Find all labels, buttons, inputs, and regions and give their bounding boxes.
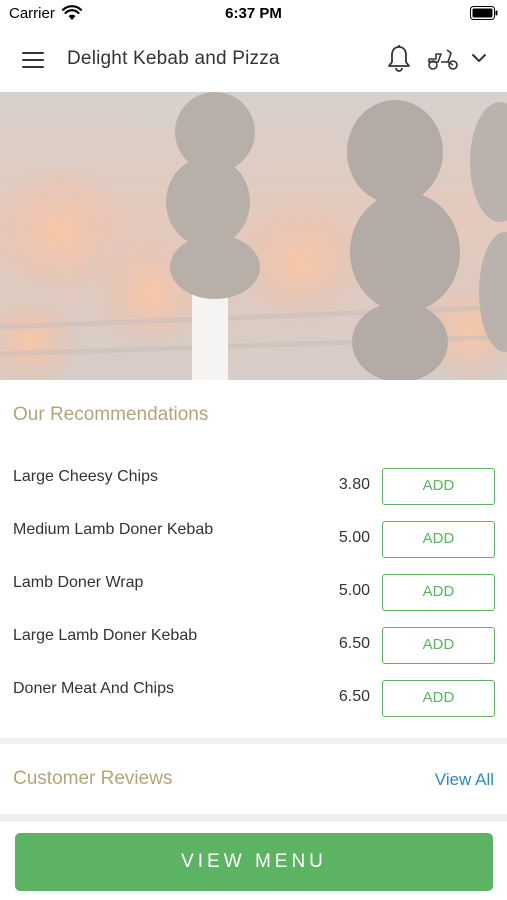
scooter-icon[interactable]: [426, 46, 460, 72]
battery-icon: [470, 6, 498, 20]
view-menu-button[interactable]: VIEW MENU: [15, 833, 493, 891]
list-item: Doner Meat And Chips 6.50 ADD: [0, 680, 507, 720]
list-item: Lamb Doner Wrap 5.00 ADD: [0, 574, 507, 614]
item-price: 5.00: [338, 582, 370, 599]
item-name: Large Lamb Doner Kebab: [13, 627, 198, 644]
list-item: Large Cheesy Chips 3.80 ADD: [0, 468, 507, 508]
chevron-down-icon[interactable]: [470, 51, 488, 65]
status-bar: Carrier 6:37 PM: [0, 0, 507, 28]
app-header: Delight Kebab and Pizza: [0, 28, 507, 92]
item-price: 5.00: [338, 529, 370, 546]
list-item: Large Lamb Doner Kebab 6.50 ADD: [0, 627, 507, 667]
divider: [0, 738, 507, 744]
add-button[interactable]: ADD: [382, 574, 495, 611]
recommendations-title: Our Recommendations: [13, 404, 209, 425]
item-price: 6.50: [338, 688, 370, 705]
add-button[interactable]: ADD: [382, 680, 495, 717]
add-button[interactable]: ADD: [382, 468, 495, 505]
add-button[interactable]: ADD: [382, 627, 495, 664]
hero-image: [0, 92, 507, 380]
item-name: Lamb Doner Wrap: [13, 574, 144, 591]
bottom-bar: VIEW MENU: [0, 820, 507, 900]
reviews-title: Customer Reviews: [13, 768, 173, 789]
menu-icon[interactable]: [22, 50, 46, 70]
status-time: 6:37 PM: [225, 5, 282, 22]
page-title: Delight Kebab and Pizza: [67, 48, 280, 69]
bell-icon[interactable]: [386, 44, 412, 74]
item-name: Medium Lamb Doner Kebab: [13, 521, 214, 538]
item-name: Doner Meat And Chips: [13, 680, 174, 697]
item-price: 3.80: [338, 476, 370, 493]
add-button[interactable]: ADD: [382, 521, 495, 558]
view-all-link[interactable]: View All: [435, 770, 494, 790]
item-price: 6.50: [338, 635, 370, 652]
item-name: Large Cheesy Chips: [13, 468, 158, 485]
list-item: Medium Lamb Doner Kebab 5.00 ADD: [0, 521, 507, 561]
